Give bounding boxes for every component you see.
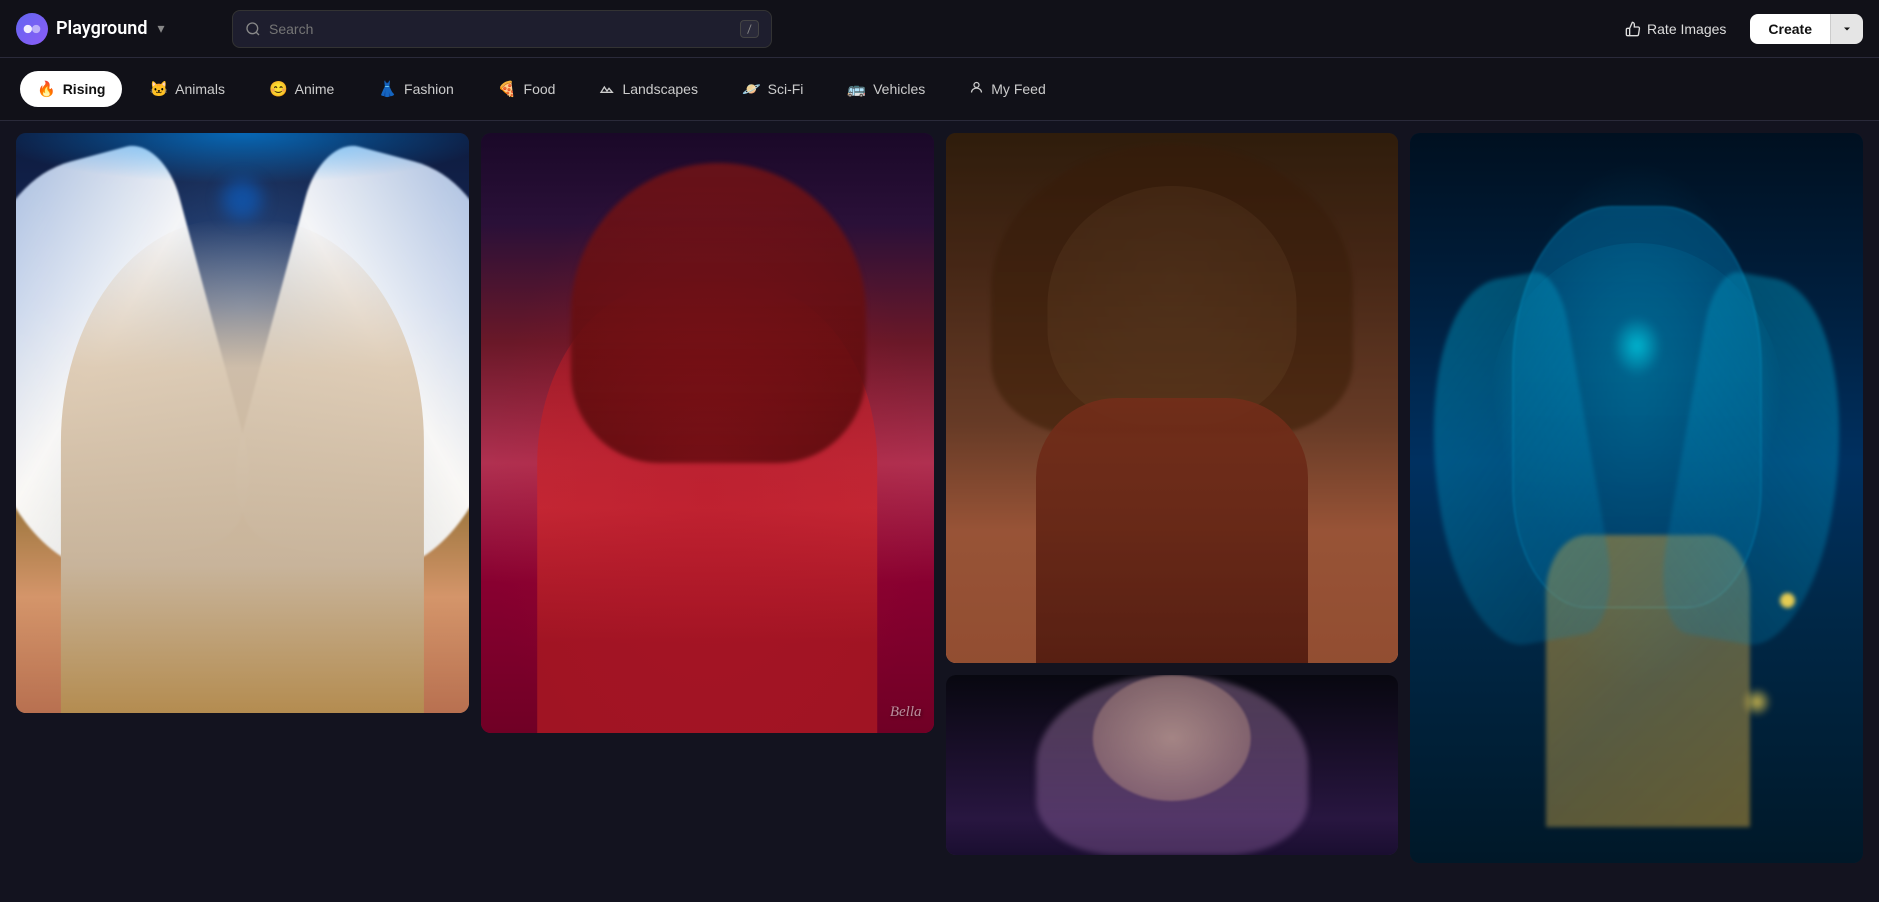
chevron-down-icon: [1841, 23, 1853, 35]
image-column-2: Bella: [481, 133, 934, 863]
image-card-robot[interactable]: [1410, 133, 1863, 863]
create-button[interactable]: Create: [1750, 14, 1830, 44]
tab-food-label: Food: [524, 81, 556, 97]
tab-rising[interactable]: 🔥 Rising: [20, 71, 122, 107]
app-logo-icon: [16, 13, 48, 45]
anime-icon: 😊: [269, 80, 288, 98]
header-actions: Rate Images Create: [1613, 14, 1863, 44]
image-card-red-woman[interactable]: Bella: [481, 133, 934, 733]
tab-scifi-label: Sci-Fi: [768, 81, 804, 97]
tab-myfeed[interactable]: My Feed: [952, 71, 1062, 108]
tab-myfeed-label: My Feed: [991, 81, 1045, 97]
tab-vehicles-label: Vehicles: [873, 81, 925, 97]
image-column-4: [1410, 133, 1863, 863]
image-grid: Bella: [16, 133, 1863, 863]
tab-anime[interactable]: 😊 Anime: [252, 71, 351, 107]
thumbsup-icon: [1625, 21, 1641, 37]
logo-area[interactable]: Playground ▾: [16, 13, 216, 45]
rate-images-button[interactable]: Rate Images: [1613, 15, 1738, 43]
fashion-icon: 👗: [378, 80, 397, 98]
create-dropdown-button[interactable]: [1830, 14, 1863, 44]
search-input[interactable]: [269, 21, 732, 37]
search-bar[interactable]: /: [232, 10, 772, 48]
animals-icon: 🐱: [149, 80, 168, 98]
main-content: Bella: [0, 121, 1879, 902]
app-header: Playground ▾ / Rate Images Create: [0, 0, 1879, 58]
image-column-1: [16, 133, 469, 863]
image-card-angel[interactable]: [16, 133, 469, 713]
tab-animals-label: Animals: [175, 81, 225, 97]
vehicles-icon: 🚌: [847, 80, 866, 98]
image-card-dark-woman[interactable]: [946, 675, 1399, 855]
rate-images-label: Rate Images: [1647, 21, 1726, 37]
food-icon: 🍕: [498, 80, 517, 98]
tab-rising-label: Rising: [63, 81, 106, 97]
tab-anime-label: Anime: [295, 81, 335, 97]
tab-food[interactable]: 🍕 Food: [481, 71, 573, 107]
tab-fashion-label: Fashion: [404, 81, 454, 97]
rising-icon: 🔥: [37, 80, 56, 98]
tab-fashion[interactable]: 👗 Fashion: [361, 71, 471, 107]
image-column-3: [946, 133, 1399, 863]
image-card-portrait[interactable]: [946, 133, 1399, 663]
tab-landscapes-label: Landscapes: [622, 81, 698, 97]
create-button-group: Create: [1750, 14, 1863, 44]
myfeed-icon: [969, 80, 984, 99]
tab-vehicles[interactable]: 🚌 Vehicles: [830, 71, 942, 107]
tab-scifi[interactable]: 🪐 Sci-Fi: [725, 71, 820, 107]
search-icon: [245, 21, 261, 37]
app-name: Playground: [56, 18, 147, 39]
scifi-icon: 🪐: [742, 80, 761, 98]
category-nav: 🔥 Rising 🐱 Animals 😊 Anime 👗 Fashion 🍕 F…: [0, 58, 1879, 121]
landscapes-icon: [599, 79, 615, 99]
tab-animals[interactable]: 🐱 Animals: [132, 71, 241, 107]
tab-landscapes[interactable]: Landscapes: [582, 70, 715, 108]
logo-chevron-icon: ▾: [157, 21, 164, 37]
search-shortcut-badge: /: [740, 20, 759, 38]
